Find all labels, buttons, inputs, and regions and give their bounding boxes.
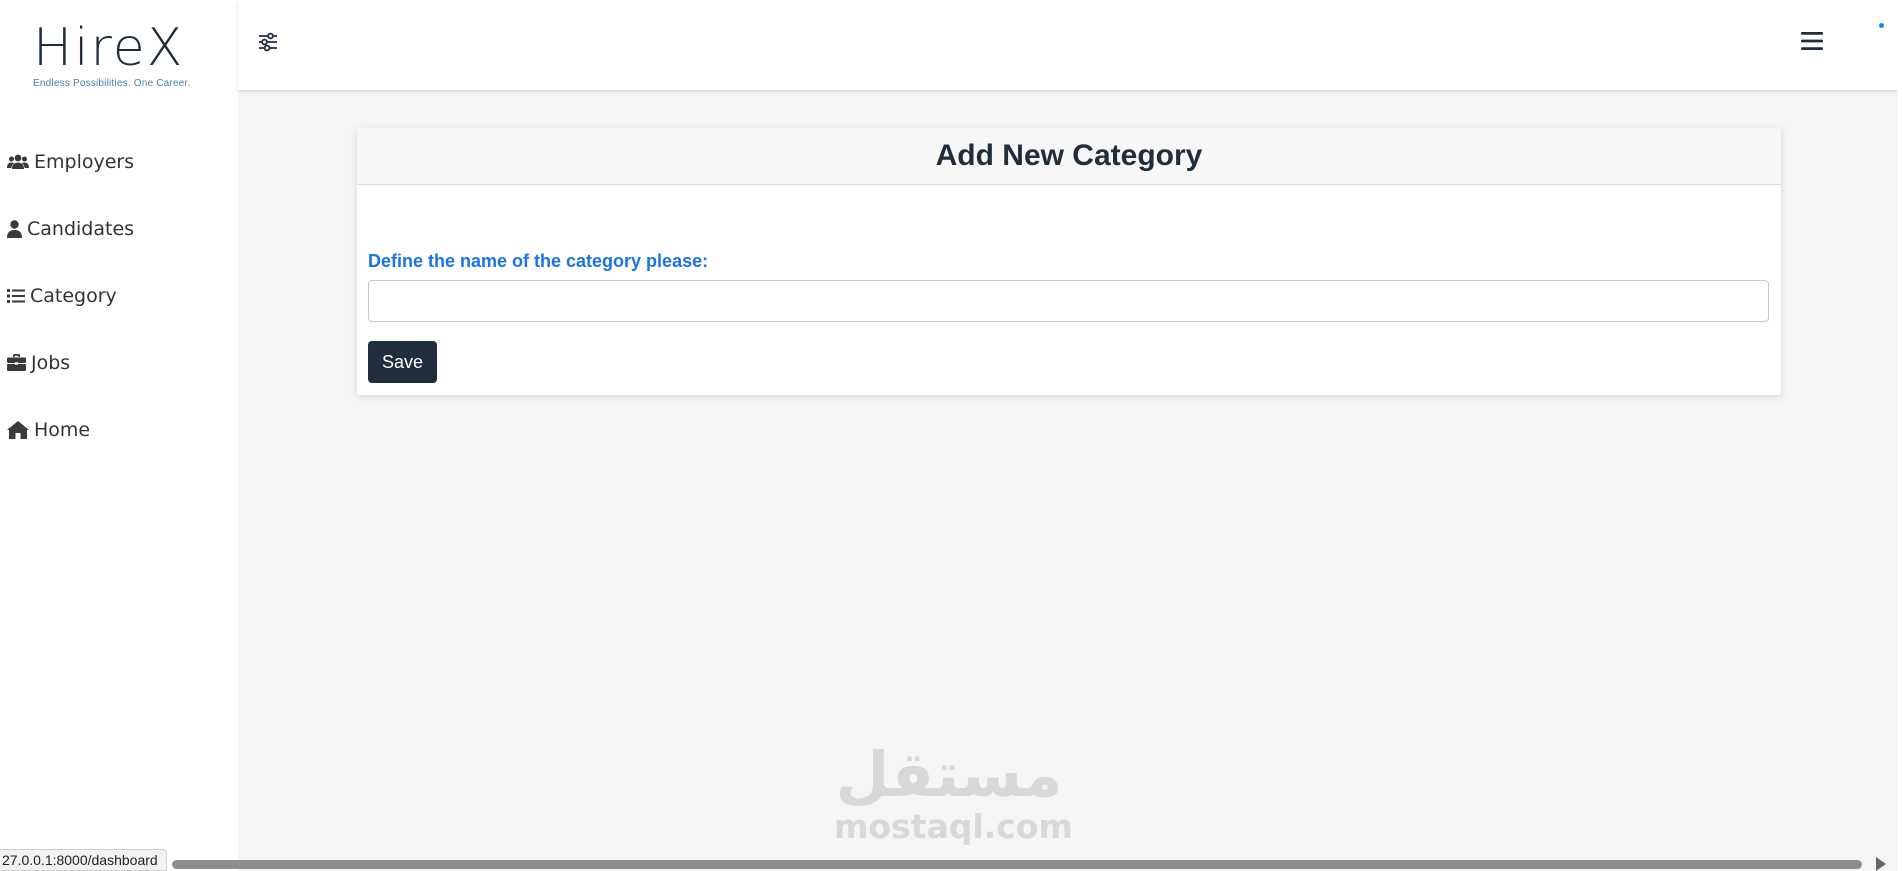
briefcase-icon [7,354,26,371]
horizontal-scrollbar[interactable] [172,860,1862,869]
notification-dot [1879,23,1884,28]
sidebar-item-label: Category [30,284,117,307]
users-icon [7,154,29,169]
sidebar-item-jobs[interactable]: Jobs [0,329,238,396]
sidebar-item-candidates[interactable]: Candidates [0,195,238,262]
category-name-label: Define the name of the category please: [368,251,709,271]
logo-tagline: Endless Possibilities. One Career. [33,78,191,89]
sidebar-item-label: Jobs [31,351,71,374]
page-title: Add New Category [935,139,1203,172]
sidebar-item-home[interactable]: Home [0,396,238,463]
add-category-card: Add New Category Define the name of the … [357,128,1781,395]
sidebar-item-label: Employers [34,150,135,173]
home-icon [7,420,29,439]
window-edge [1898,0,1902,871]
watermark: مستقل mostaql.com [834,738,1073,846]
list-icon [7,288,25,303]
sidebar: HireX Endless Possibilities. One Career.… [0,0,238,871]
sidebar-nav: Employers Candidates Category Jobs Home [0,128,238,463]
hamburger-icon[interactable] [1800,30,1824,52]
card-header: Add New Category [357,128,1781,185]
sidebar-item-label: Home [34,418,91,441]
category-name-input[interactable] [368,280,1769,322]
sliders-icon[interactable] [256,30,280,54]
scroll-right-arrow-icon[interactable] [1876,857,1886,871]
status-url: 27.0.0.1:8000/dashboard [0,849,167,871]
sidebar-item-category[interactable]: Category [0,262,238,329]
logo-title: HireX [33,18,185,78]
sidebar-item-employers[interactable]: Employers [0,128,238,195]
sidebar-item-label: Candidates [27,217,135,240]
user-icon [7,219,22,238]
save-button[interactable]: Save [368,341,437,383]
watermark-latin: mostaql.com [834,807,1073,846]
logo[interactable]: HireX Endless Possibilities. One Career. [33,22,193,89]
top-navbar [238,0,1898,90]
watermark-arabic: مستقل [835,738,1063,811]
